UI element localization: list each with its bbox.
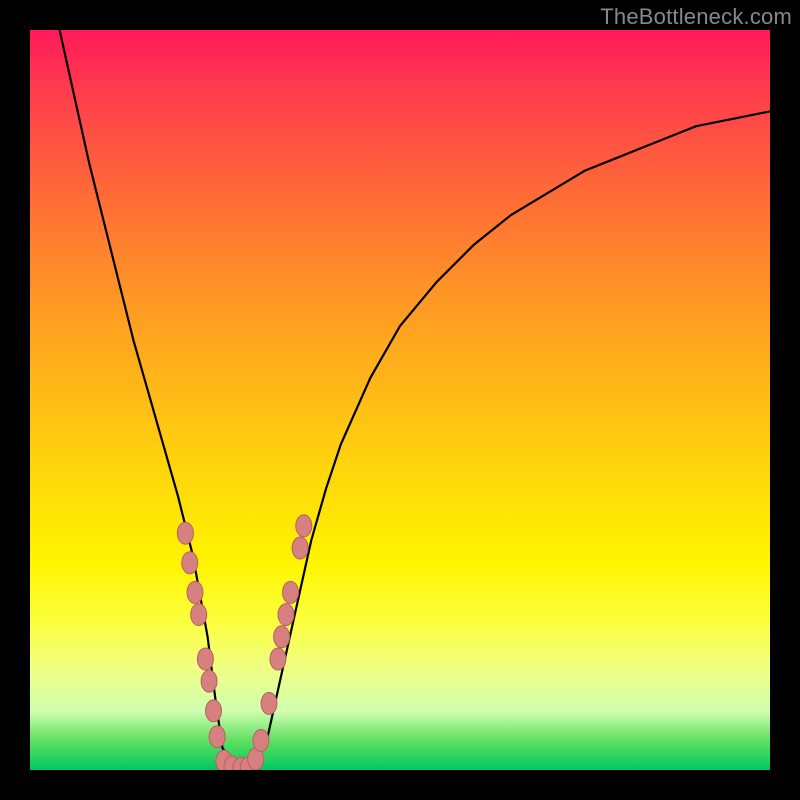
marker-dot <box>187 581 203 603</box>
marker-dot <box>177 522 193 544</box>
bottleneck-curve <box>60 30 770 770</box>
curve-svg <box>30 30 770 770</box>
marker-dot <box>261 692 277 714</box>
watermark-text: TheBottleneck.com <box>600 4 792 30</box>
marker-dot <box>191 604 207 626</box>
marker-dot <box>270 648 286 670</box>
plot-area <box>30 30 770 770</box>
marker-dot <box>274 626 290 648</box>
marker-dot <box>209 726 225 748</box>
marker-dot <box>197 648 213 670</box>
marker-dot <box>206 700 222 722</box>
marker-dot <box>253 729 269 751</box>
curve-markers <box>177 515 311 770</box>
marker-dot <box>283 581 299 603</box>
marker-dot <box>182 552 198 574</box>
marker-dot <box>296 515 312 537</box>
marker-dot <box>292 537 308 559</box>
marker-dot <box>278 604 294 626</box>
marker-dot <box>201 670 217 692</box>
chart-container: TheBottleneck.com <box>0 0 800 800</box>
